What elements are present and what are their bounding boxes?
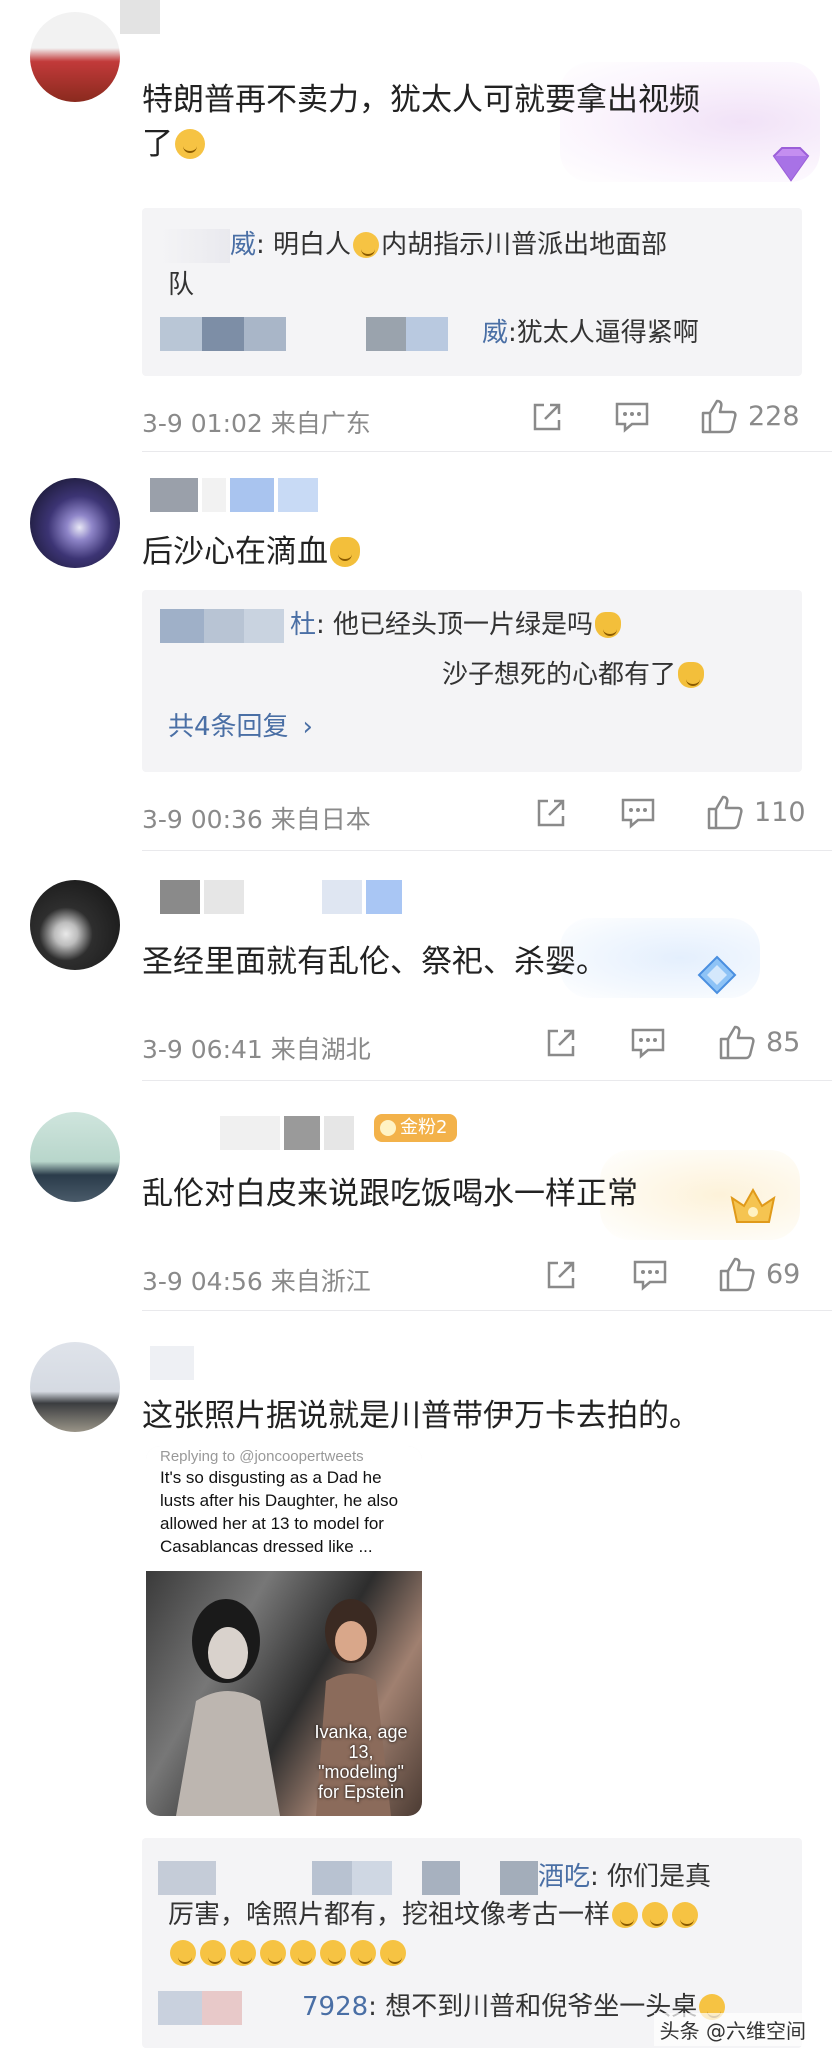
like-count: 110 xyxy=(754,796,806,828)
photo-overlay-text: Ivanka, age 13, "modeling" for Epstein xyxy=(314,1722,408,1802)
share-icon xyxy=(537,799,565,827)
comment-text: 乱伦对白皮来说跟吃饭喝水一样正常 xyxy=(142,1176,638,1212)
smirk-emoji-icon xyxy=(353,232,380,258)
avatar[interactable] xyxy=(30,12,120,102)
reply-1: 酒吃: 你们是真 xyxy=(158,1858,711,1896)
photo-image: Ivanka, age 13, "modeling" for Epstein xyxy=(146,1571,422,1816)
reply-1-cont: 队 xyxy=(168,270,195,300)
reply-box[interactable]: 威: 明白人 内胡指示川普派出地面部 队 威:犹太人逼得紧啊 xyxy=(142,208,802,376)
share-icon xyxy=(547,1261,575,1289)
comment-button[interactable] xyxy=(620,796,656,830)
divider xyxy=(142,1310,832,1311)
laugh-cry-emoji-icon xyxy=(290,1940,316,1966)
doge-emoji-icon xyxy=(330,537,360,567)
comment-button[interactable] xyxy=(630,1026,666,1060)
thumbs-up-icon xyxy=(719,1025,755,1060)
laugh-cry-emoji-icon xyxy=(260,1940,286,1966)
photo-caption-text: It's so disgusting as a Dad he lusts aft… xyxy=(160,1468,399,1556)
laugh-cry-emoji-icon xyxy=(230,1940,256,1966)
photo-replying-line: Replying to @joncoopertweets xyxy=(160,1448,364,1465)
comment-meta: 3-9 00:36 来自日本 xyxy=(142,805,371,834)
diamond-badge-icon xyxy=(768,146,814,184)
like-count: 69 xyxy=(766,1258,801,1290)
like-button[interactable]: 228 xyxy=(700,398,800,434)
badge-label: 金粉2 xyxy=(400,1117,448,1138)
doge-emoji-icon xyxy=(595,612,622,638)
reply-box[interactable]: 杜: 他已经头顶一片绿是吗 沙子想死的心都有了 共4条回复 › xyxy=(142,590,802,772)
comment-icon xyxy=(615,402,649,433)
share-button[interactable] xyxy=(534,796,568,830)
divider xyxy=(142,1080,832,1081)
reply-1: 杜: 他已经头顶一片绿是吗 xyxy=(160,606,623,644)
laugh-cry-emoji-icon xyxy=(320,1940,346,1966)
username-blurred[interactable] xyxy=(220,1116,354,1150)
comment-meta: 3-9 06:41 来自湖北 xyxy=(142,1035,371,1064)
comment-text: 这张照片据说就是川普带伊万卡去拍的。 xyxy=(142,1398,700,1434)
reply-1-emoji-row xyxy=(168,1934,408,1972)
thumbs-up-icon xyxy=(707,795,743,830)
reply-author[interactable]: 杜 xyxy=(290,610,316,640)
source-watermark: 头条 @六维空间 xyxy=(653,2013,812,2046)
like-button[interactable]: 110 xyxy=(706,794,806,830)
username-blurred[interactable] xyxy=(150,478,318,512)
crying-emoji-icon xyxy=(175,129,205,159)
like-button[interactable]: 69 xyxy=(718,1256,800,1292)
laugh-cry-emoji-icon xyxy=(380,1940,406,1966)
share-button[interactable] xyxy=(544,1258,578,1292)
comment-text: 后沙心在滴血 xyxy=(142,530,362,574)
avatar[interactable] xyxy=(30,880,120,970)
username-blurred[interactable] xyxy=(120,0,160,34)
laugh-cry-emoji-icon xyxy=(672,1902,699,1928)
share-button[interactable] xyxy=(544,1026,578,1060)
attached-photo[interactable]: Replying to @joncoopertweets It's so dis… xyxy=(146,1446,422,1816)
comment-icon xyxy=(633,1260,667,1291)
share-icon xyxy=(533,403,561,431)
comment-meta: 3-9 04:56 来自浙江 xyxy=(142,1267,371,1296)
share-icon xyxy=(547,1029,575,1057)
thumbs-up-icon xyxy=(719,1257,755,1292)
reply-2: 威:犹太人逼得紧啊 xyxy=(160,314,699,352)
comment-text: 圣经里面就有乱伦、祭祀、杀婴。 xyxy=(142,944,607,980)
thumbs-up-icon xyxy=(701,399,737,434)
comment-meta: 3-9 01:02 来自广东 xyxy=(142,409,371,438)
username-blurred[interactable] xyxy=(160,880,402,914)
reply-author[interactable]: 威 xyxy=(230,230,256,260)
laugh-cry-emoji-icon xyxy=(612,1902,639,1928)
like-count: 85 xyxy=(766,1026,801,1058)
chevron-right-icon: › xyxy=(302,712,313,742)
crown-badge-icon xyxy=(726,1184,780,1228)
comment-button[interactable] xyxy=(632,1258,668,1292)
comment-text: 特朗普再不卖力，犹太人可就要拿出视频 xyxy=(142,82,700,118)
avatar[interactable] xyxy=(30,1342,120,1432)
avatar[interactable] xyxy=(30,478,120,568)
diamond-badge-icon xyxy=(695,955,739,995)
like-count: 228 xyxy=(748,400,800,432)
reply-author[interactable]: 威 xyxy=(482,318,508,348)
laugh-cry-emoji-icon xyxy=(200,1940,226,1966)
fan-level-badge: 金粉2 xyxy=(374,1114,458,1142)
reply-author[interactable]: 7928 xyxy=(302,1992,368,2022)
laugh-cry-emoji-icon xyxy=(350,1940,376,1966)
share-button[interactable] xyxy=(530,400,564,434)
photo-tweet-text: Replying to @joncoopertweets It's so dis… xyxy=(146,1446,422,1571)
laugh-cry-emoji-icon xyxy=(170,1940,196,1966)
comment-icon xyxy=(631,1028,665,1059)
reply-1: 威: 明白人 内胡指示川普派出地面部 xyxy=(160,226,667,264)
comment-icon xyxy=(621,798,655,829)
divider xyxy=(142,850,832,851)
like-button[interactable]: 85 xyxy=(718,1024,800,1060)
comment-button[interactable] xyxy=(614,400,650,434)
reply-2: 沙子想死的心都有了 xyxy=(442,656,706,694)
avatar[interactable] xyxy=(30,1112,120,1202)
laugh-cry-emoji-icon xyxy=(642,1902,669,1928)
doge-emoji-icon xyxy=(678,662,705,688)
reply-author[interactable]: 酒吃 xyxy=(538,1862,590,1892)
divider xyxy=(142,451,832,452)
username-blurred[interactable] xyxy=(150,1346,194,1380)
reply-2: 7928: 想不到川普和倪爷坐一头桌 xyxy=(158,1988,727,2026)
reply-1-cont: 厉害，啥照片都有，挖祖坟像考古一样 xyxy=(168,1896,700,1934)
comment-text-cont: 了 xyxy=(142,122,207,166)
more-replies-link[interactable]: 共4条回复 › xyxy=(168,708,313,746)
gem-icon xyxy=(380,1120,396,1136)
